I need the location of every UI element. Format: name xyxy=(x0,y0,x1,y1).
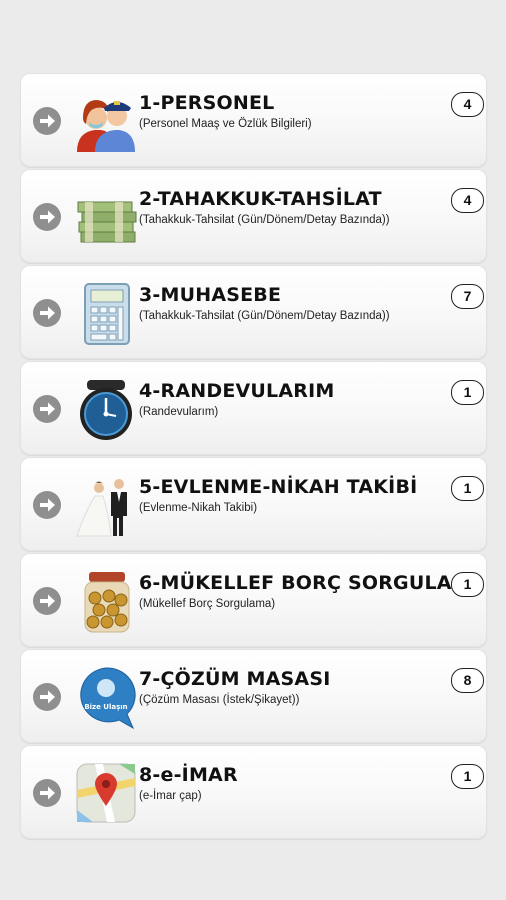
arrow-right-icon xyxy=(33,683,61,711)
clock-icon xyxy=(75,376,137,442)
menu-item-cozum-masasi[interactable]: Bize Ulaşın 7-ÇÖZÜM MASASI (Çözüm Masası… xyxy=(20,649,487,743)
wedding-couple-icon xyxy=(75,472,137,538)
arrow-right-icon xyxy=(33,299,61,327)
count-badge: 4 xyxy=(451,188,484,213)
arrow-right-icon xyxy=(33,587,61,615)
menu-item-tahakkuk-tahsilat[interactable]: 2-TAHAKKUK-TAHSİLAT (Tahakkuk-Tahsilat (… xyxy=(20,169,487,263)
arrow-right-icon xyxy=(33,491,61,519)
count-badge: 1 xyxy=(451,572,484,597)
bubble-logo-text: Bize Ulaşın xyxy=(84,703,127,711)
menu-item-subtitle: (Evlenme-Nikah Takibi) xyxy=(139,502,258,514)
menu-item-title: 3-MUHASEBE xyxy=(139,284,282,306)
coin-jar-icon xyxy=(75,568,137,634)
arrow-right-icon xyxy=(33,395,61,423)
arrow-right-icon xyxy=(33,779,61,807)
count-badge: 7 xyxy=(451,284,484,309)
menu-item-subtitle: (Mükellef Borç Sorgulama) xyxy=(139,598,276,610)
menu-item-title: 2-TAHAKKUK-TAHSİLAT xyxy=(139,188,382,210)
menu-item-title: 6-MÜKELLEF BORÇ SORGULA xyxy=(139,572,452,594)
personnel-icon xyxy=(75,88,137,154)
count-badge: 4 xyxy=(451,92,484,117)
menu-item-subtitle: (Çözüm Masası (İstek/Şikayet)) xyxy=(139,694,300,706)
menu-item-subtitle: (Personel Maaş ve Özlük Bilgileri) xyxy=(139,118,312,130)
menu-item-title: 5-EVLENME-NİKAH TAKİBİ xyxy=(139,476,418,498)
count-badge: 8 xyxy=(451,668,484,693)
count-badge: 1 xyxy=(451,380,484,405)
menu-item-title: 7-ÇÖZÜM MASASI xyxy=(139,668,331,690)
arrow-right-icon xyxy=(33,203,61,231)
arrow-right-icon xyxy=(33,107,61,135)
menu-item-title: 4-RANDEVULARIM xyxy=(139,380,335,402)
menu-item-randevularim[interactable]: 4-RANDEVULARIM (Randevularım) 1 xyxy=(20,361,487,455)
calculator-icon xyxy=(75,280,137,346)
menu-item-subtitle: (e-İmar çap) xyxy=(139,790,202,802)
menu-item-title: 8-e-İMAR xyxy=(139,764,238,786)
menu-item-subtitle: (Tahakkuk-Tahsilat (Gün/Dönem/Detay Bazı… xyxy=(139,214,390,226)
menu-item-personel[interactable]: 1-PERSONEL (Personel Maaş ve Özlük Bilgi… xyxy=(20,73,487,167)
menu-item-mukellef-borc[interactable]: 6-MÜKELLEF BORÇ SORGULA (Mükellef Borç S… xyxy=(20,553,487,647)
count-badge: 1 xyxy=(451,764,484,789)
app-screen: { "menu": { "items": [ {"title": "1-PERS… xyxy=(0,0,506,900)
count-badge: 1 xyxy=(451,476,484,501)
speech-bubble-icon: Bize Ulaşın xyxy=(75,664,137,730)
money-stack-icon xyxy=(75,184,137,250)
menu-item-subtitle: (Randevularım) xyxy=(139,406,219,418)
menu-list: 1-PERSONEL (Personel Maaş ve Özlük Bilgi… xyxy=(20,73,487,841)
map-pin-icon xyxy=(75,760,137,826)
menu-item-e-imar[interactable]: 8-e-İMAR (e-İmar çap) 1 xyxy=(20,745,487,839)
menu-item-muhasebe[interactable]: 3-MUHASEBE (Tahakkuk-Tahsilat (Gün/Dönem… xyxy=(20,265,487,359)
menu-item-title: 1-PERSONEL xyxy=(139,92,275,114)
menu-item-evlenme-nikah[interactable]: 5-EVLENME-NİKAH TAKİBİ (Evlenme-Nikah Ta… xyxy=(20,457,487,551)
menu-item-subtitle: (Tahakkuk-Tahsilat (Gün/Dönem/Detay Bazı… xyxy=(139,310,390,322)
